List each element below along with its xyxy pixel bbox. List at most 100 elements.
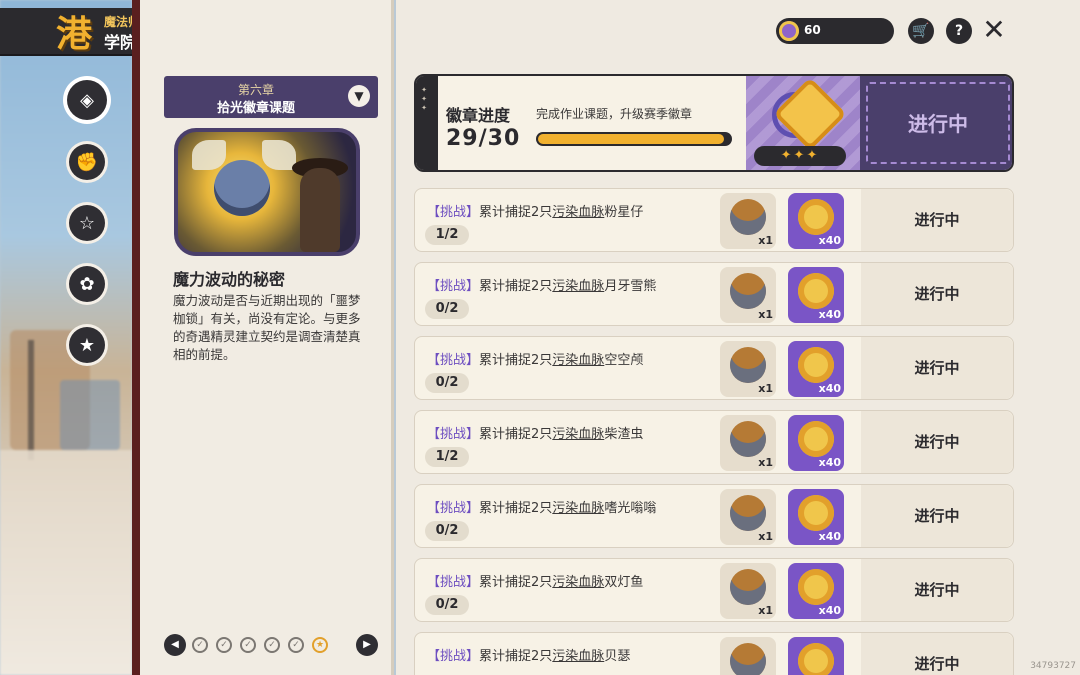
task-status[interactable]: 进行中	[861, 263, 1013, 325]
task-prefix: 累计捕捉2只	[479, 279, 553, 294]
reward-acorn[interactable]: x1	[720, 267, 776, 323]
task-row[interactable]: 【挑战】累计捕捉2只污染血脉柴渣虫 1/2 x1 x40 进行中	[414, 410, 1014, 474]
task-tag: 【挑战】	[427, 501, 480, 516]
task-keyword-link[interactable]: 污染血脉	[552, 427, 604, 442]
task-row[interactable]: 【挑战】累计捕捉2只污染血脉空空颅 0/2 x1 x40 进行中	[414, 336, 1014, 400]
badge-progress-count: 29/30	[446, 126, 521, 151]
task-tag: 【挑战】	[427, 649, 480, 664]
nav-battle[interactable]: ✊	[64, 139, 110, 185]
reward-acorn[interactable]: x1	[720, 415, 776, 471]
reward-coin[interactable]: x40	[788, 341, 844, 397]
acorn-icon	[730, 569, 766, 605]
badge-stars: ✦✦✦	[754, 146, 846, 166]
prev-arrow-icon[interactable]: ◀	[164, 634, 186, 656]
task-status[interactable]: 进行中	[861, 485, 1013, 547]
task-status[interactable]: 进行中	[861, 411, 1013, 473]
task-target: 空空颅	[604, 353, 644, 368]
illustration-wing	[192, 140, 226, 170]
task-description: 【挑战】累计捕捉2只污染血脉粉星仔	[427, 201, 643, 220]
reward-count: x40	[818, 382, 841, 395]
reward-count: x1	[758, 234, 773, 247]
task-status[interactable]: 进行中	[861, 633, 1013, 675]
task-keyword-link[interactable]: 污染血脉	[552, 205, 604, 220]
page-dot[interactable]: ✓	[288, 637, 304, 653]
reward-coin[interactable]: x40	[788, 489, 844, 545]
next-arrow-icon[interactable]: ▶	[356, 634, 378, 656]
task-row[interactable]: 【挑战】累计捕捉2只污染血脉双灯鱼 0/2 x1 x40 进行中	[414, 558, 1014, 622]
task-progress: 0/2	[425, 595, 469, 615]
task-row[interactable]: 【挑战】累计捕捉2只污染血脉粉星仔 1/2 x1 x40 进行中	[414, 188, 1014, 252]
acorn-icon	[730, 495, 766, 531]
coin-icon	[798, 273, 834, 309]
badge-progress-fill	[538, 134, 724, 144]
coin-icon	[798, 495, 834, 531]
acorn-icon	[730, 643, 766, 675]
page-dot[interactable]: ✓	[264, 637, 280, 653]
reward-coin[interactable]: x40	[788, 267, 844, 323]
task-progress: 1/2	[425, 447, 469, 467]
task-target: 柴渣虫	[604, 427, 644, 442]
task-keyword-link[interactable]: 污染血脉	[552, 353, 604, 368]
task-prefix: 累计捕捉2只	[479, 353, 553, 368]
illustration-character	[300, 168, 340, 252]
task-target: 粉星仔	[604, 205, 644, 220]
nav-badge[interactable]: ☆	[64, 200, 110, 246]
currency-value: 60	[804, 23, 821, 37]
badge-progress-desc: 完成作业课题，升级赛季徽章	[536, 107, 693, 121]
task-tag: 【挑战】	[427, 353, 480, 368]
task-progress: 0/2	[425, 299, 469, 319]
reward-acorn[interactable]: x1	[720, 341, 776, 397]
page-dot[interactable]: ✓	[216, 637, 232, 653]
illustration-wing	[262, 140, 296, 170]
reward-count: x1	[758, 456, 773, 469]
badge-status-panel[interactable]: 进行中	[860, 76, 1012, 170]
task-progress: 0/2	[425, 373, 469, 393]
task-keyword-link[interactable]: 污染血脉	[552, 501, 604, 516]
reward-coin[interactable]: x40	[788, 563, 844, 619]
page-dot-current[interactable]: ★	[312, 637, 328, 653]
nav-pet[interactable]: ✿	[64, 261, 110, 307]
task-target: 贝瑟	[604, 649, 631, 664]
help-button[interactable]: ?	[946, 18, 972, 44]
acorn-icon	[730, 273, 766, 309]
logo-icon: 港	[56, 13, 93, 55]
reward-coin[interactable]	[788, 637, 844, 675]
close-button[interactable]: ✕	[980, 16, 1008, 44]
reward-acorn[interactable]: x1	[720, 563, 776, 619]
season-badge-icon	[772, 77, 847, 152]
reward-count: x1	[758, 382, 773, 395]
page-dot[interactable]: ✓	[240, 637, 256, 653]
nav-journal[interactable]: ★	[64, 322, 110, 368]
task-status[interactable]: 进行中	[861, 337, 1013, 399]
stub-text: ✦✦✦	[420, 86, 428, 113]
task-target: 嗜光嗡嗡	[604, 501, 657, 516]
task-keyword-link[interactable]: 污染血脉	[552, 649, 604, 664]
reward-coin[interactable]: x40	[788, 193, 844, 249]
task-prefix: 累计捕捉2只	[479, 501, 553, 516]
task-tag: 【挑战】	[427, 427, 480, 442]
task-keyword-link[interactable]: 污染血脉	[552, 575, 604, 590]
badge-progress-bar	[536, 132, 732, 146]
nav-assignment[interactable]: ◈	[64, 77, 110, 123]
reward-acorn[interactable]: x1	[720, 489, 776, 545]
task-row[interactable]: 【挑战】累计捕捉2只污染血脉月牙雪熊 0/2 x1 x40 进行中	[414, 262, 1014, 326]
reward-coin[interactable]: x40	[788, 415, 844, 471]
gem-icon	[779, 21, 799, 41]
paw-icon: ✿	[69, 266, 105, 302]
chevron-down-icon[interactable]: ▼	[348, 85, 370, 107]
task-status[interactable]: 进行中	[861, 559, 1013, 621]
task-keyword-link[interactable]: 污染血脉	[552, 279, 604, 294]
task-prefix: 累计捕捉2只	[479, 427, 553, 442]
currency-display: 60	[776, 18, 894, 44]
reward-acorn[interactable]: x1	[720, 193, 776, 249]
reward-acorn[interactable]	[720, 637, 776, 675]
cart-icon[interactable]: 🛒	[908, 18, 934, 44]
task-row[interactable]: 【挑战】累计捕捉2只污染血脉贝瑟 进行中	[414, 632, 1014, 675]
task-row[interactable]: 【挑战】累计捕捉2只污染血脉嗜光嗡嗡 0/2 x1 x40 进行中	[414, 484, 1014, 548]
chapter-number: 第六章	[237, 83, 274, 97]
page-dot[interactable]: ✓	[192, 637, 208, 653]
chapter-name: 拾光徽章课题	[216, 101, 295, 116]
task-prefix: 累计捕捉2只	[479, 205, 553, 220]
task-status[interactable]: 进行中	[861, 189, 1013, 251]
chapter-selector[interactable]: 第六章 拾光徽章课题 ▼	[164, 76, 378, 118]
